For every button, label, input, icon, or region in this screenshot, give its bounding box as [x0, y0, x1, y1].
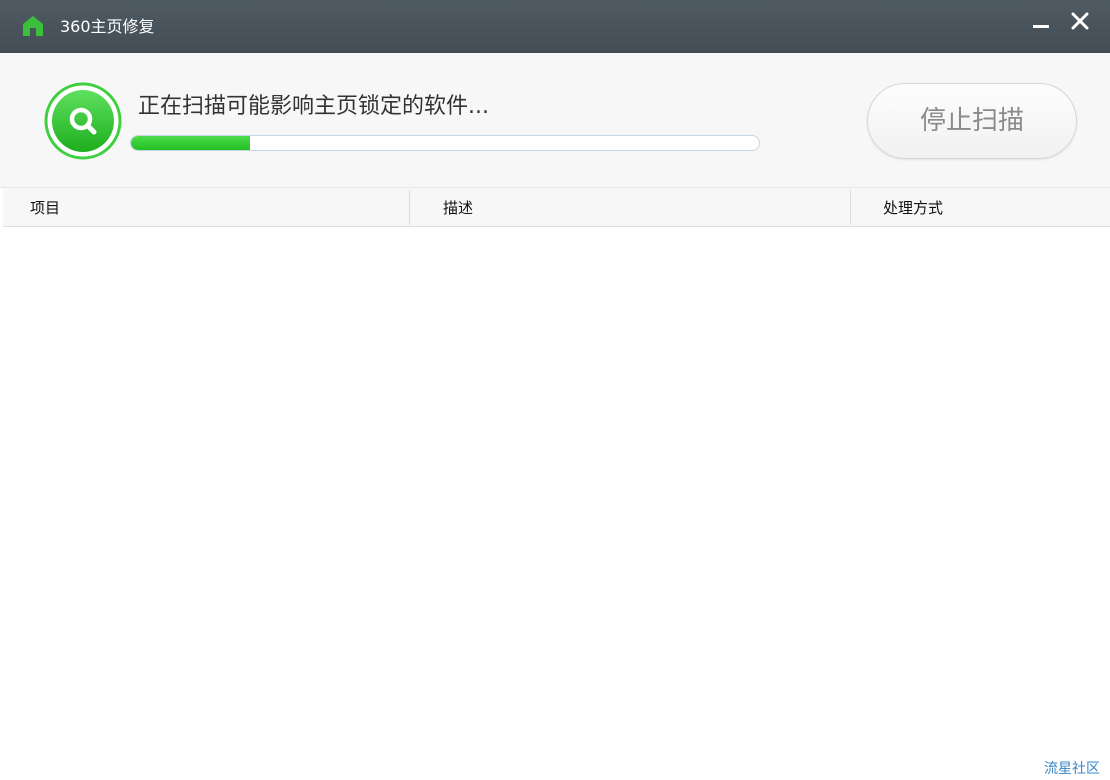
column-header-action[interactable]: 处理方式: [883, 188, 943, 227]
scan-progress-fill: [131, 136, 251, 150]
close-icon: [1071, 12, 1089, 30]
results-table-header: 项目 描述 处理方式: [3, 188, 1110, 227]
column-divider[interactable]: [409, 190, 410, 225]
close-button[interactable]: [1063, 8, 1097, 38]
title-bar: 360主页修复: [0, 0, 1110, 53]
results-table-body: [3, 228, 1110, 758]
house-icon: [23, 16, 43, 36]
minimize-button[interactable]: [1024, 8, 1058, 38]
scan-status-text: 正在扫描可能影响主页锁定的软件...: [138, 94, 489, 119]
column-divider[interactable]: [850, 190, 851, 225]
window-title: 360主页修复: [60, 17, 155, 36]
watermark: 流星社区: [1044, 761, 1100, 777]
column-header-item[interactable]: 项目: [30, 188, 60, 227]
scan-panel: 正在扫描可能影响主页锁定的软件... 停止扫描: [0, 53, 1110, 188]
column-header-description[interactable]: 描述: [443, 188, 473, 227]
minimize-icon: [1033, 25, 1049, 28]
scan-progress-bar: [130, 135, 760, 151]
stop-scan-button[interactable]: 停止扫描: [867, 83, 1077, 159]
search-icon: [44, 82, 122, 160]
